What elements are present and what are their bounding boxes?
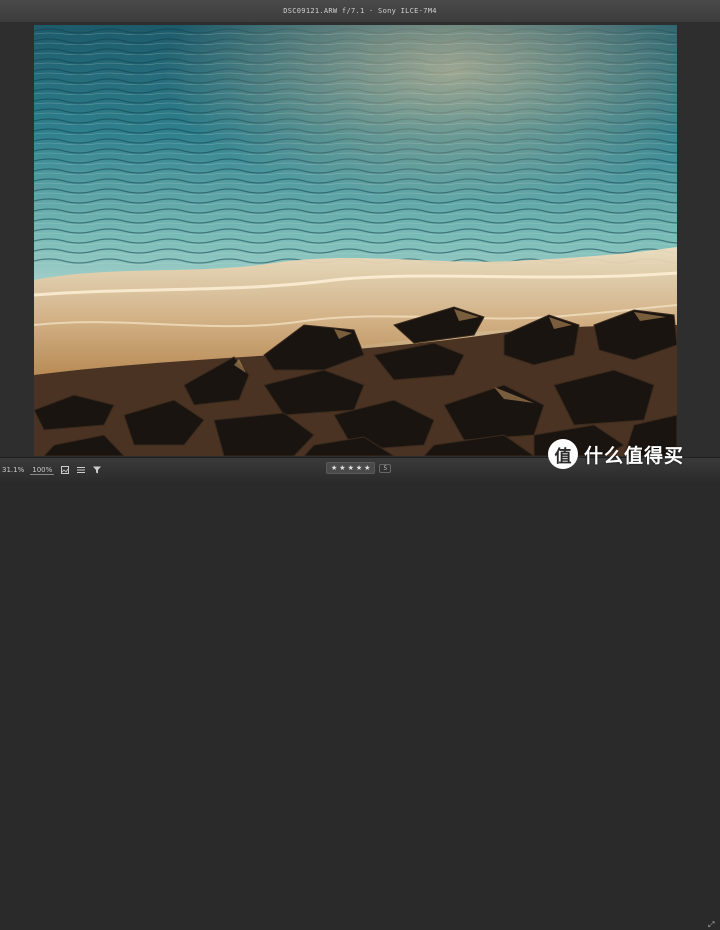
photo-preview[interactable]	[34, 25, 677, 456]
window-titlebar: DSC09121.ARW f/7.1 · Sony ILCE-7M4	[0, 0, 720, 23]
rating-control[interactable]: ★ ★ ★ ★ ★ 5	[326, 462, 392, 474]
star-icon[interactable]: ★	[348, 464, 354, 472]
site-watermark: 值 什么值得买	[548, 438, 684, 470]
star-icon[interactable]: ★	[339, 464, 345, 472]
zoom-readout: 31.1%	[2, 466, 25, 474]
watermark-text: 什么值得买	[584, 444, 685, 467]
image-viewer-stage	[0, 22, 720, 457]
star-icon[interactable]: ★	[356, 464, 362, 472]
image-icon[interactable]	[60, 465, 70, 475]
star-icon[interactable]: ★	[331, 464, 337, 472]
window-title: DSC09121.ARW f/7.1 · Sony ILCE-7M4	[283, 7, 437, 15]
filter-icon[interactable]	[92, 465, 102, 475]
expand-icon[interactable]: ⤢	[708, 920, 718, 930]
photo-ocean-rocks	[34, 25, 677, 456]
star-icon[interactable]: ★	[364, 464, 370, 472]
zoom-level-select[interactable]: 100%	[30, 466, 55, 475]
star-rating[interactable]: ★ ★ ★ ★ ★	[326, 462, 376, 474]
rating-value: 5	[379, 463, 392, 473]
watermark-logo-icon: 值	[548, 439, 578, 469]
list-icon[interactable]	[76, 465, 86, 475]
